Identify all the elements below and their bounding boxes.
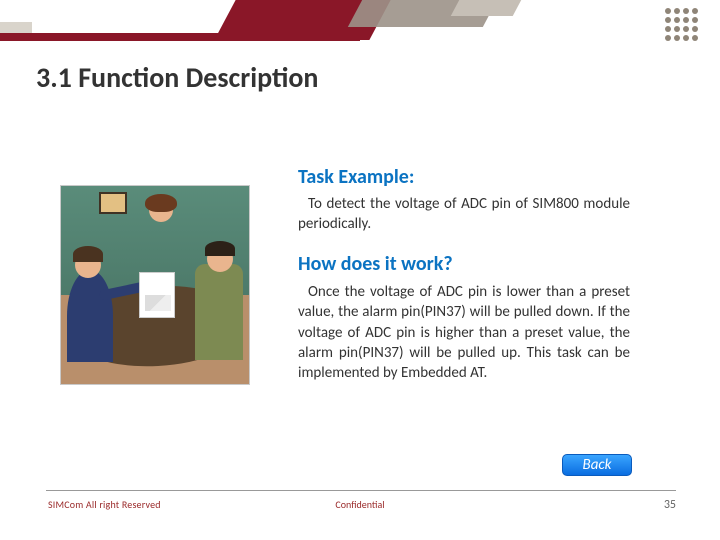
page-number: 35: [664, 498, 676, 512]
page-title: 3.1 Function Description: [36, 60, 318, 95]
header-shape-lightgrey: [451, 0, 522, 16]
content-block: Task Example: To detect the voltage of A…: [298, 165, 630, 383]
back-button[interactable]: Back: [562, 454, 632, 476]
task-heading: Task Example:: [298, 165, 630, 189]
dot-matrix-icon: [665, 8, 698, 41]
footer-divider: [46, 490, 676, 491]
how-heading: How does it work?: [298, 252, 630, 276]
slide: 3.1 Function Description Task Example: T…: [0, 0, 720, 540]
meeting-illustration: [60, 185, 250, 385]
task-body: To detect the voltage of ADC pin of SIM8…: [298, 195, 630, 234]
footer-confidential: Confidential: [0, 498, 720, 511]
how-body: Once the voltage of ADC pin is lower tha…: [298, 282, 630, 383]
